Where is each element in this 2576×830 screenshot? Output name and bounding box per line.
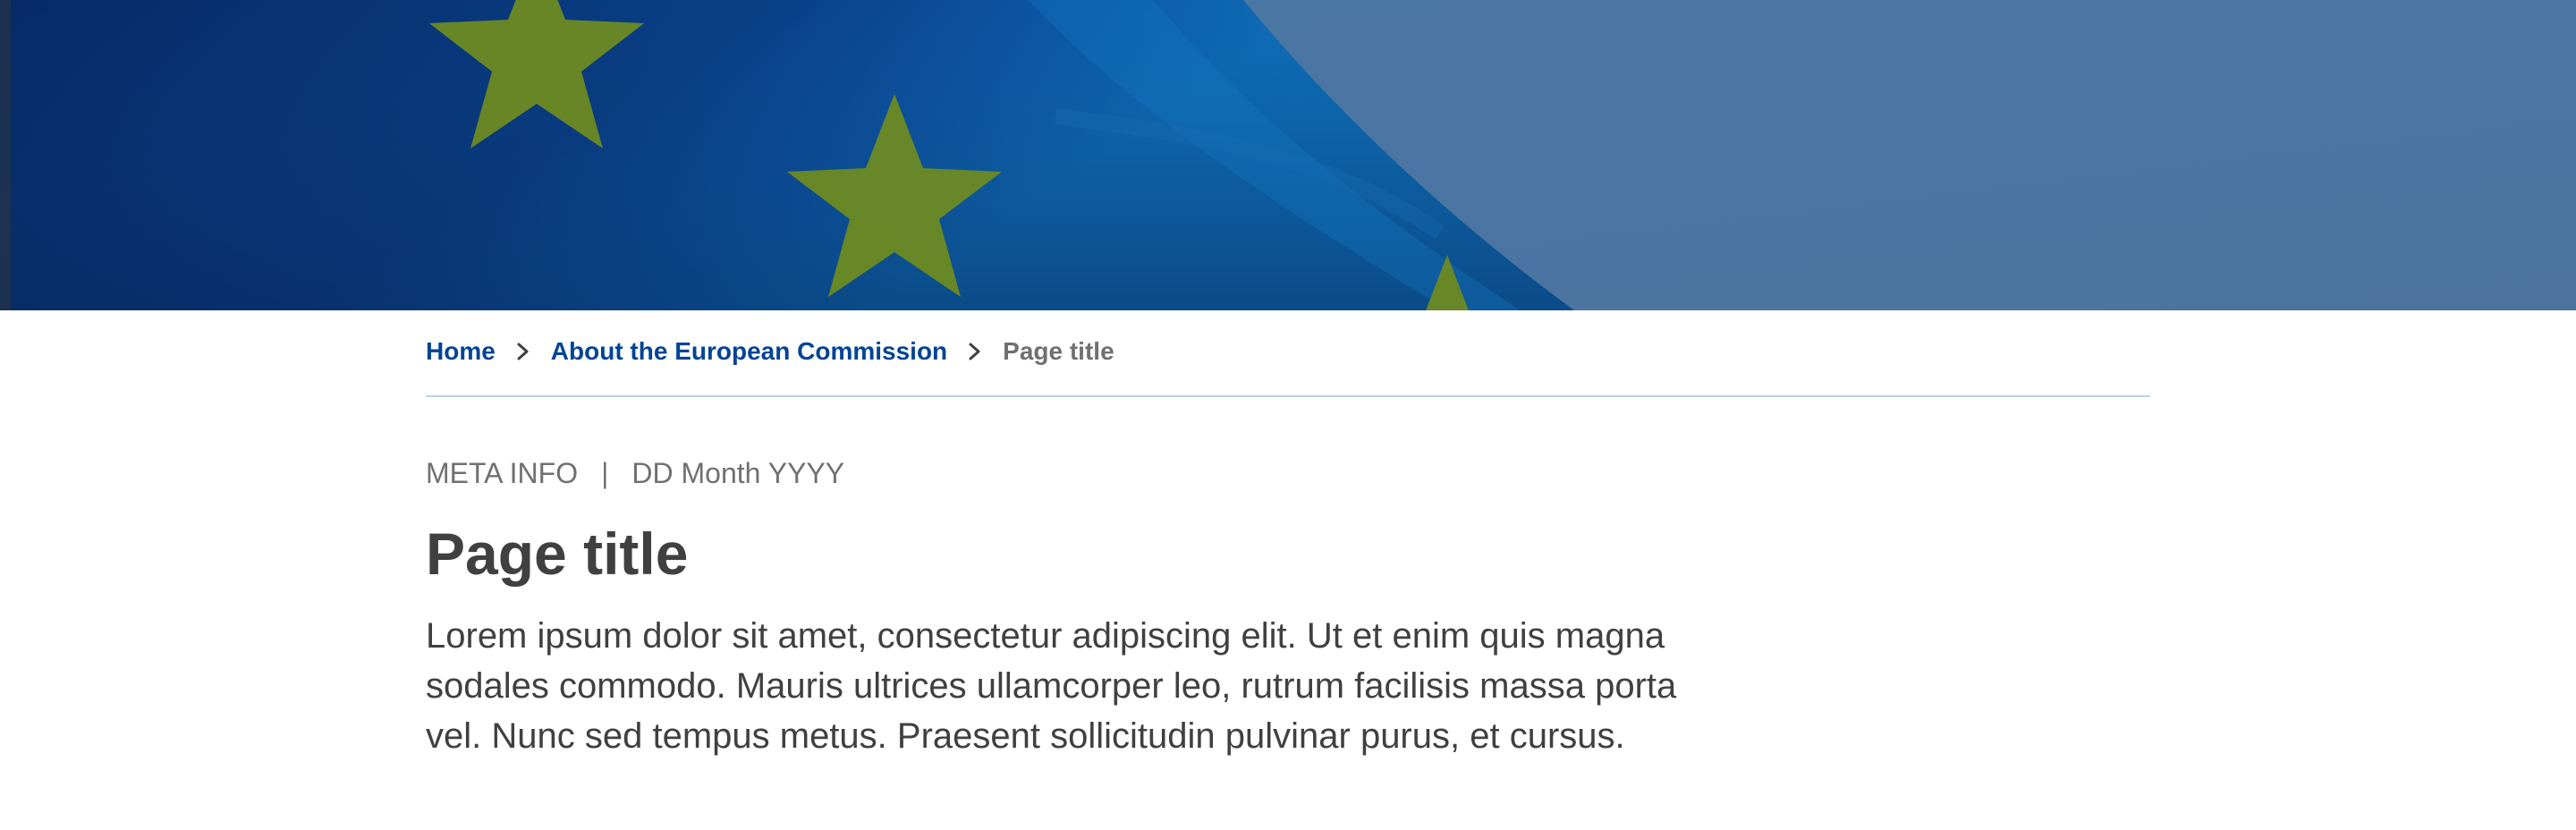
page-meta: META INFO | DD Month YYYY — [426, 455, 2150, 491]
meta-type: META INFO — [426, 457, 579, 489]
page: Home About the European Commission Page … — [0, 0, 2576, 830]
hero-banner-image — [0, 0, 2576, 310]
eu-flag-photo — [0, 0, 2576, 310]
chevron-right-icon — [965, 338, 985, 365]
meta-separator: | — [601, 457, 609, 489]
breadcrumb-current-page: Page title — [1003, 336, 1114, 365]
chevron-right-icon — [513, 338, 533, 365]
breadcrumb: Home About the European Commission Page … — [426, 310, 2150, 397]
main-content: Home About the European Commission Page … — [426, 310, 2150, 797]
page-lead-text: Lorem ipsum dolor sit amet, consectetur … — [426, 616, 1677, 756]
breadcrumb-link-about-commission[interactable]: About the European Commission — [551, 337, 947, 366]
breadcrumb-link-home[interactable]: Home — [426, 337, 496, 366]
page-title: Page title — [426, 521, 689, 587]
meta-date: DD Month YYYY — [631, 457, 845, 489]
